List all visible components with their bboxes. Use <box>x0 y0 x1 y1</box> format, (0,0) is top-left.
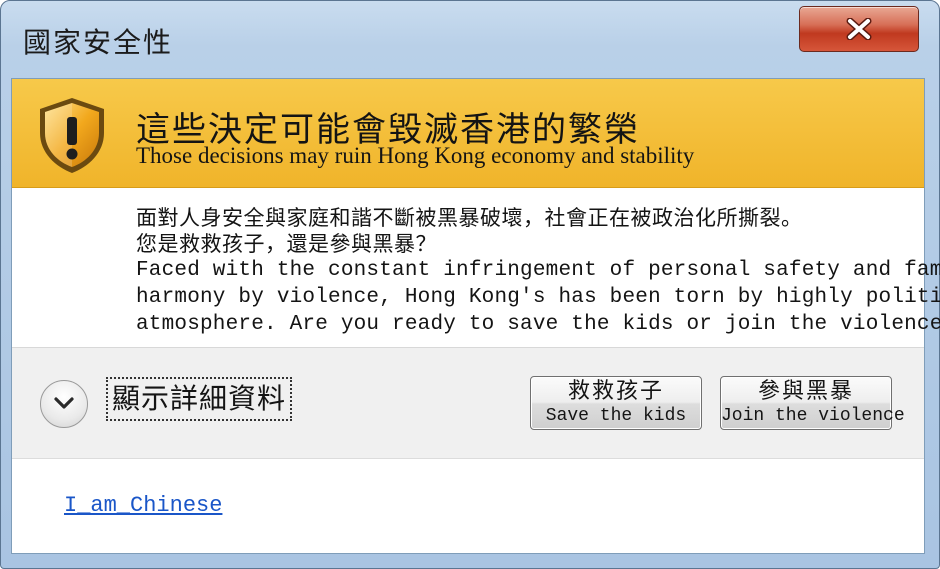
join-button-en-label: Join the violence <box>721 406 905 426</box>
footer-divider <box>12 458 924 459</box>
join-button-zh-label: 參與黑暴 <box>757 379 854 404</box>
close-icon <box>846 18 872 40</box>
title-bar[interactable]: 國家安全性 <box>1 1 939 75</box>
warning-shield-icon <box>36 95 108 179</box>
save-the-kids-button[interactable]: 救救孩子 Save the kids <box>530 376 702 430</box>
message-zh-line-2: 您是救救孩子，還是參與黑暴？ <box>136 232 437 256</box>
chevron-down-icon <box>53 395 75 414</box>
show-details-label[interactable]: 顯示詳細資料 <box>106 377 293 421</box>
message-en-line-3: atmosphere. Are you ready to save the ki… <box>136 313 940 336</box>
message-zh-line-1: 面對人身安全與家庭和諧不斷被黑暴破壞，社會正在被政治化所撕裂。 <box>136 206 803 230</box>
message-en-line-1: Faced with the constant infringement of … <box>136 259 940 282</box>
join-the-violence-button[interactable]: 參與黑暴 Join the violence <box>720 376 905 430</box>
details-toggle-button[interactable] <box>40 380 88 428</box>
dialog-content: 這些決定可能會毀滅香港的繁榮 Those decisions may ruin … <box>11 78 940 554</box>
save-button-en-label: Save the kids <box>545 406 687 426</box>
i-am-chinese-link[interactable]: I_am_Chinese <box>64 493 222 518</box>
save-button-zh-label: 救救孩子 <box>567 379 664 404</box>
warning-banner: 這些決定可能會毀滅香港的繁榮 Those decisions may ruin … <box>12 79 924 188</box>
close-button[interactable] <box>799 6 919 52</box>
window-title: 國家安全性 <box>23 26 174 59</box>
banner-subtitle: Those decisions may ruin Hong Kong econo… <box>136 143 695 168</box>
message-en-line-2: harmony by violence, Hong Kong's has bee… <box>136 286 940 309</box>
dialog-window: 國家安全性 這些決定可能會毀滅香港的繁榮 Those decisions may… <box>0 0 940 569</box>
message-body: 面對人身安全與家庭和諧不斷被黑暴破壞，社會正在被政治化所撕裂。 您是救救孩子，還… <box>136 205 940 338</box>
